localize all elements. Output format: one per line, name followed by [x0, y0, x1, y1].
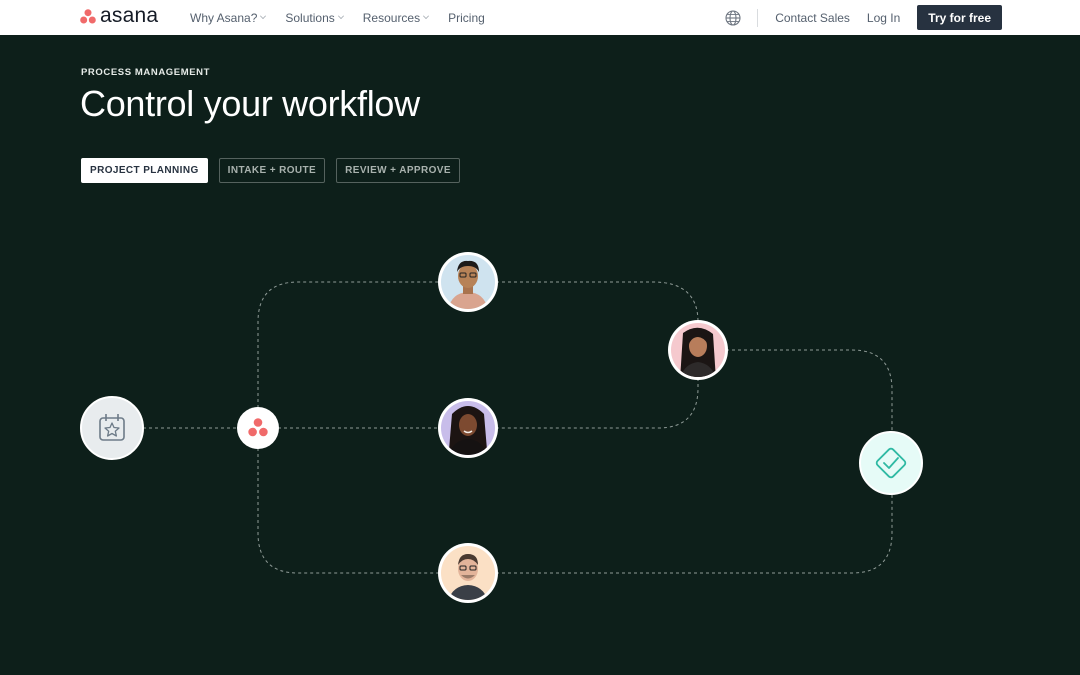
nav-why-asana[interactable]: Why Asana?: [190, 10, 267, 25]
top-navigation: asana Why Asana? Solutions Resources Pri…: [0, 0, 1080, 35]
hero-section: PROCESS MANAGEMENT Control your workflow…: [0, 35, 1080, 675]
nav-resources-label: Resources: [362, 10, 421, 25]
asana-dots-icon: [80, 8, 96, 23]
brand-name: asana: [100, 4, 159, 27]
nav-pricing-label: Pricing: [448, 10, 485, 25]
chevron-down-icon: [423, 13, 430, 19]
nav-solutions-label: Solutions: [285, 10, 335, 25]
globe-icon[interactable]: [725, 9, 741, 26]
end-node: [859, 431, 923, 495]
workflow-diagram: [80, 252, 923, 603]
nav-why-asana-label: Why Asana?: [190, 10, 258, 25]
avatar-1[interactable]: [438, 252, 498, 312]
avatar-4[interactable]: [438, 543, 498, 603]
chevron-down-icon: [337, 13, 344, 19]
avatar-2[interactable]: [668, 320, 728, 380]
nav-solutions[interactable]: Solutions: [285, 10, 344, 25]
primary-nav: Why Asana? Solutions Resources Pricing: [190, 0, 504, 35]
asana-logo[interactable]: asana: [80, 5, 158, 27]
chevron-down-icon: [260, 13, 267, 19]
try-for-free-button[interactable]: Try for free: [917, 5, 1002, 30]
nav-divider: [757, 8, 759, 27]
asana-hub-node: [237, 407, 279, 449]
contact-sales-link[interactable]: Contact Sales: [775, 11, 850, 25]
avatar-3[interactable]: [438, 398, 498, 458]
nav-pricing[interactable]: Pricing: [448, 11, 485, 25]
nav-right: Contact Sales Log In Try for free: [725, 0, 1002, 35]
nav-resources[interactable]: Resources: [362, 10, 430, 25]
login-link[interactable]: Log In: [867, 11, 900, 25]
start-node: [80, 396, 144, 460]
